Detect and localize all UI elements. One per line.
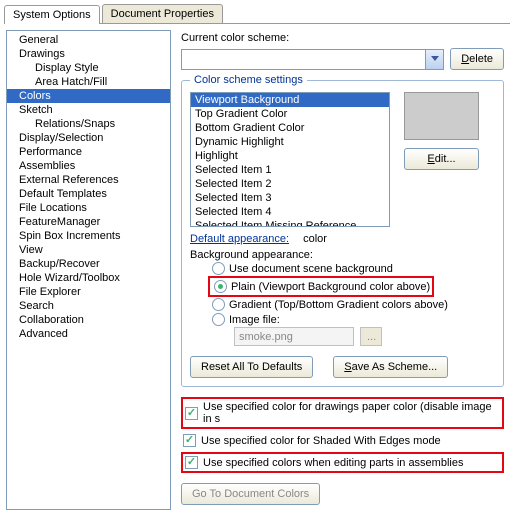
tree-search[interactable]: Search <box>7 299 170 313</box>
radio-icon <box>212 262 225 275</box>
list-item[interactable]: Top Gradient Color <box>191 107 389 121</box>
save-scheme-button[interactable]: Save As Scheme... <box>333 356 448 378</box>
checkbox-icon <box>185 456 198 469</box>
radio-plain[interactable]: Plain (Viewport Background color above) <box>212 279 430 294</box>
highlight-chk1: Use specified color for drawings paper c… <box>181 397 504 429</box>
highlight-plain-option: Plain (Viewport Background color above) <box>208 276 434 297</box>
list-item[interactable]: Selected Item 2 <box>191 177 389 191</box>
tree-general[interactable]: General <box>7 33 170 47</box>
delete-button[interactable]: Delete <box>450 48 504 70</box>
fieldset-legend: Color scheme settings <box>190 74 307 86</box>
radio-doc-scene[interactable]: Use document scene background <box>190 261 495 276</box>
list-item[interactable]: Dynamic Highlight <box>191 135 389 149</box>
tree-performance[interactable]: Performance <box>7 145 170 159</box>
list-item[interactable]: Viewport Background <box>191 93 389 107</box>
reset-defaults-button[interactable]: Reset All To Defaults <box>190 356 313 378</box>
checkbox-label: Use specified color for drawings paper c… <box>203 401 500 425</box>
tree-relations-snaps[interactable]: Relations/Snaps <box>7 117 170 131</box>
radio-label: Use document scene background <box>229 263 393 275</box>
checkbox-label: Use specified colors when editing parts … <box>203 457 463 469</box>
checkbox-label: Use specified color for Shaded With Edge… <box>201 435 441 447</box>
tree-collaboration[interactable]: Collaboration <box>7 313 170 327</box>
radio-label: Plain (Viewport Background color above) <box>231 281 430 293</box>
tree-display-style[interactable]: Display Style <box>7 61 170 75</box>
list-item[interactable]: Selected Item Missing Reference <box>191 219 389 227</box>
chk-drawings-paper[interactable]: Use specified color for drawings paper c… <box>185 400 500 426</box>
edit-button[interactable]: Edit... <box>404 148 479 170</box>
radio-label: Gradient (Top/Bottom Gradient colors abo… <box>229 299 448 311</box>
go-document-colors-button[interactable]: Go To Document Colors <box>181 483 320 505</box>
chk-editing-parts[interactable]: Use specified colors when editing parts … <box>185 455 463 470</box>
tree-external-references[interactable]: External References <box>7 173 170 187</box>
content-area: General Drawings Display Style Area Hatc… <box>0 24 514 516</box>
color-scheme-fieldset: Color scheme settings Viewport Backgroun… <box>181 74 504 387</box>
image-file-input[interactable] <box>234 327 354 346</box>
list-item[interactable]: Selected Item 3 <box>191 191 389 205</box>
tree-featuremanager[interactable]: FeatureManager <box>7 215 170 229</box>
tree-sketch[interactable]: Sketch <box>7 103 170 117</box>
tree-assemblies[interactable]: Assemblies <box>7 159 170 173</box>
current-scheme-combo[interactable] <box>181 49 444 70</box>
list-item[interactable]: Selected Item 4 <box>191 205 389 219</box>
tab-document-properties[interactable]: Document Properties <box>102 4 223 23</box>
highlight-chk3: Use specified colors when editing parts … <box>181 452 504 473</box>
tree-view[interactable]: View <box>7 243 170 257</box>
tree-colors[interactable]: Colors <box>7 89 170 103</box>
tree-advanced[interactable]: Advanced <box>7 327 170 341</box>
radio-icon <box>212 298 225 311</box>
current-scheme-label: Current color scheme: <box>181 32 504 44</box>
right-panel: Current color scheme: Delete Color schem… <box>177 30 508 510</box>
tree-area-hatch[interactable]: Area Hatch/Fill <box>7 75 170 89</box>
color-list[interactable]: Viewport Background Top Gradient Color B… <box>190 92 390 227</box>
tree-drawings[interactable]: Drawings <box>7 47 170 61</box>
chevron-down-icon <box>431 56 439 61</box>
options-tree[interactable]: General Drawings Display Style Area Hatc… <box>6 30 171 510</box>
list-item[interactable]: Bottom Gradient Color <box>191 121 389 135</box>
radio-image[interactable]: Image file: <box>190 312 495 327</box>
radio-gradient[interactable]: Gradient (Top/Bottom Gradient colors abo… <box>190 297 495 312</box>
tree-backup-recover[interactable]: Backup/Recover <box>7 257 170 271</box>
list-item[interactable]: Highlight <box>191 149 389 163</box>
color-swatch <box>404 92 479 140</box>
tree-file-explorer[interactable]: File Explorer <box>7 285 170 299</box>
checkbox-icon <box>183 434 196 447</box>
tree-hole-wizard[interactable]: Hole Wizard/Toolbox <box>7 271 170 285</box>
browse-button[interactable]: ... <box>360 327 382 346</box>
list-item[interactable]: Selected Item 1 <box>191 163 389 177</box>
tree-file-locations[interactable]: File Locations <box>7 201 170 215</box>
default-appearance-link[interactable]: Default appearance: <box>190 233 289 245</box>
tree-default-templates[interactable]: Default Templates <box>7 187 170 201</box>
radio-icon <box>214 280 227 293</box>
background-appearance-label: Background appearance: <box>190 249 495 261</box>
tabs-bar: System Options Document Properties <box>4 4 510 24</box>
radio-icon <box>212 313 225 326</box>
tab-system-options[interactable]: System Options <box>4 5 100 24</box>
tree-display-selection[interactable]: Display/Selection <box>7 131 170 145</box>
tree-spin-box[interactable]: Spin Box Increments <box>7 229 170 243</box>
checkbox-icon <box>185 407 198 420</box>
default-appearance-value: color <box>303 233 327 245</box>
radio-label: Image file: <box>229 314 280 326</box>
chk-shaded-edges[interactable]: Use specified color for Shaded With Edge… <box>181 433 504 448</box>
